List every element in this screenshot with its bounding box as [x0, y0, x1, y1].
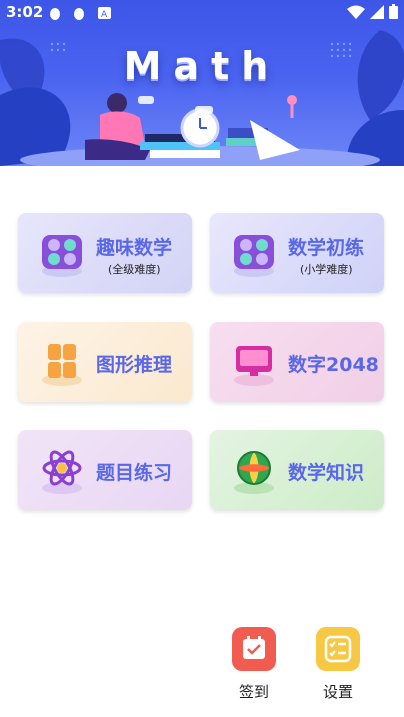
monitor-icon — [234, 346, 274, 386]
tile-fun-math[interactable]: 趣味数学 (全级难度) — [18, 213, 192, 293]
tile-label: 数学知识 — [288, 462, 365, 484]
settings-label: 设置 — [322, 683, 353, 701]
tile-label: 数字2048 — [288, 354, 379, 376]
status-icons — [347, 4, 398, 19]
tile-label: 趣味数学 — [96, 237, 173, 259]
calculator-icon — [42, 235, 82, 277]
tile-2048[interactable]: 数字2048 — [210, 322, 384, 402]
banner-title: Math — [123, 44, 281, 88]
status-time: 3:02 — [6, 3, 44, 21]
tile-math-beginner[interactable]: 数学初练 (小学难度) — [210, 213, 384, 293]
battery-icon — [389, 4, 398, 19]
checkin-button[interactable] — [232, 627, 276, 671]
tile-sub-label: (全级难度) — [108, 263, 161, 276]
wifi-icon — [347, 5, 365, 19]
signal-icon — [370, 4, 384, 19]
tile-sub-label: (小学难度) — [300, 263, 353, 276]
header-banner: Math — [0, 0, 404, 166]
font-a-icon: A — [98, 5, 112, 20]
qq-icon — [72, 5, 86, 20]
checklist-icon — [324, 635, 352, 663]
tile-shape-reasoning[interactable]: 图形推理 — [18, 322, 192, 402]
tile-math-knowledge[interactable]: 数学知识 — [210, 430, 384, 510]
calendar-check-icon — [243, 636, 265, 659]
tile-label: 数学初练 — [288, 237, 365, 259]
globe-icon — [234, 451, 274, 494]
atom-icon — [42, 450, 82, 494]
qq-icon — [48, 5, 62, 20]
shapes-grid-icon — [42, 344, 82, 386]
settings-button[interactable] — [316, 627, 360, 671]
tile-question-practice[interactable]: 题目练习 — [18, 430, 192, 510]
tile-label: 题目练习 — [96, 462, 173, 484]
tile-label: 图形推理 — [96, 354, 173, 376]
checkin-label: 签到 — [238, 683, 269, 701]
calculator-icon — [234, 235, 274, 277]
svg-text:A: A — [101, 10, 108, 20]
status-bar: 3:02 A — [0, 0, 404, 24]
